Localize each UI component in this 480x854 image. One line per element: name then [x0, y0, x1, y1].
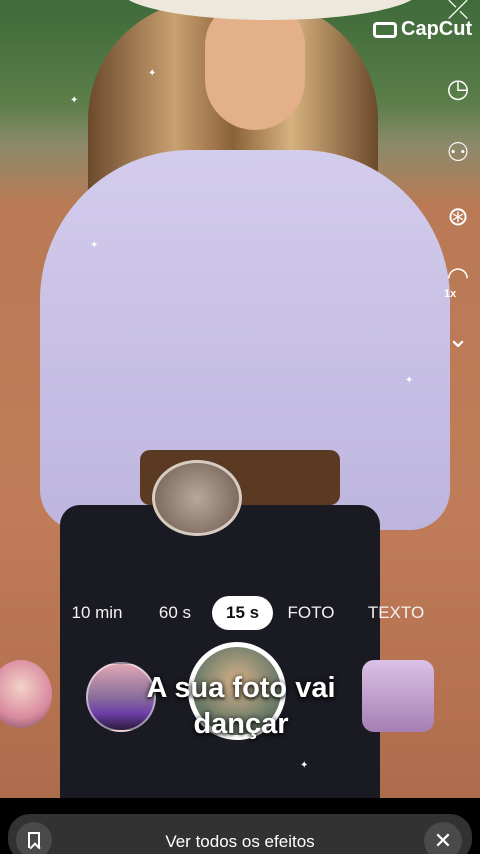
duration-mode-selector: 10 min 60 s 15 s FOTO TEXTO	[0, 596, 480, 632]
mode-texto[interactable]: TEXTO	[360, 596, 432, 630]
mode-60-s[interactable]: 60 s	[148, 596, 202, 630]
effect-caption-line2: dançar	[193, 708, 289, 740]
mode-foto[interactable]: FOTO	[282, 596, 340, 630]
camera-screen: ✦ ✦ ✦ ✦ ✦ CapCut ⤫ ◷ ⚇ ⊛ ◠ 1x ⌄ 10 min 6…	[0, 0, 480, 854]
sparkle-icon: ✦	[300, 760, 309, 771]
effect-caption: A sua foto vai dançar	[106, 670, 376, 742]
mode-15-s[interactable]: 15 s	[212, 596, 274, 630]
sparkle-icon: ✦	[90, 240, 99, 251]
timer-icon[interactable]: ◷	[440, 70, 476, 106]
chevron-down-icon[interactable]: ⌄	[440, 320, 476, 356]
flip-camera-icon[interactable]: ⤫	[440, 0, 476, 28]
sparkle-icon: ✦	[148, 68, 157, 79]
sparkle-icon: ✦	[405, 375, 414, 386]
capcut-logo-icon	[373, 21, 397, 38]
add-person-icon[interactable]: ⚇	[440, 134, 476, 170]
preview-person-buckle	[152, 460, 242, 536]
close-icon[interactable]: ✕	[424, 822, 462, 854]
beauty-filters-icon[interactable]: ⊛	[440, 198, 476, 234]
mode-10-min[interactable]: 10 min	[62, 596, 132, 630]
see-all-effects-label[interactable]: Ver todos os efeitos	[0, 832, 480, 852]
speed-label: 1x	[444, 288, 457, 300]
sparkle-icon: ✦	[70, 95, 79, 106]
effect-caption-line1: A sua foto vai	[146, 672, 336, 704]
